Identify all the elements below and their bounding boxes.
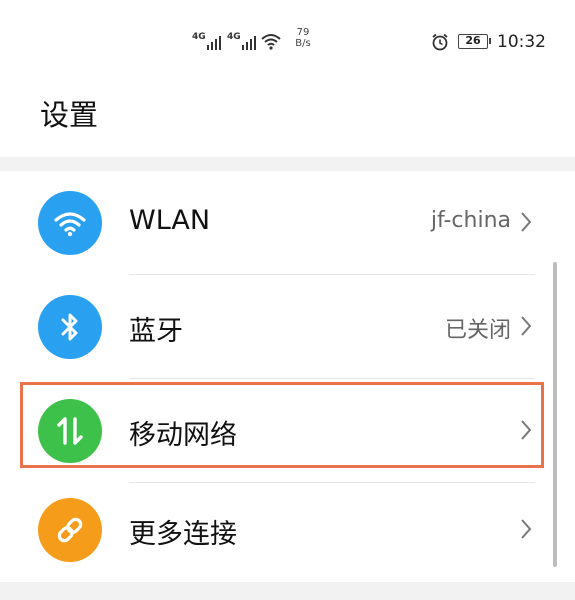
chevron-right-icon <box>521 420 532 440</box>
chevron-right-icon <box>521 519 532 539</box>
clock: 10:32 <box>497 32 546 52</box>
network-type-label: 4G <box>227 32 241 42</box>
alarm-icon <box>432 33 448 51</box>
speed-value: 79 <box>296 27 310 38</box>
mobile-data-icon <box>38 399 102 463</box>
settings-item-value: 已关闭 <box>444 318 511 343</box>
page-title: 设置 <box>40 98 99 132</box>
chevron-right-icon <box>521 316 532 336</box>
battery-icon: 26 <box>458 34 491 49</box>
settings-item-wlan[interactable]: WLAN jf-china <box>0 171 575 275</box>
settings-item-label: WLAN <box>129 205 211 236</box>
link-icon <box>38 498 102 562</box>
settings-item-mobile-network[interactable]: 移动网络 <box>0 379 575 483</box>
section-divider <box>0 582 575 600</box>
network-type-label: 4G <box>192 32 206 42</box>
settings-item-label: 更多连接 <box>129 519 237 550</box>
bluetooth-icon <box>38 295 102 359</box>
settings-item-value: jf-china <box>430 208 511 233</box>
network-speed: 79 B/s <box>291 27 315 49</box>
settings-item-more-connections[interactable]: 更多连接 <box>0 478 575 582</box>
chevron-right-icon <box>521 212 532 232</box>
scrollbar[interactable] <box>553 262 557 567</box>
wifi-icon <box>261 34 281 50</box>
section-divider <box>0 157 575 171</box>
signal-icon: 4G <box>227 33 256 50</box>
settings-item-bluetooth[interactable]: 蓝牙 已关闭 <box>0 275 575 379</box>
settings-item-label: 蓝牙 <box>129 316 183 347</box>
wifi-icon <box>38 191 102 255</box>
speed-unit: B/s <box>295 38 311 49</box>
status-bar: 4G 4G 79 B/s 26 10:32 <box>0 0 575 70</box>
signal-icon: 4G <box>192 33 221 50</box>
settings-item-label: 移动网络 <box>129 420 237 451</box>
